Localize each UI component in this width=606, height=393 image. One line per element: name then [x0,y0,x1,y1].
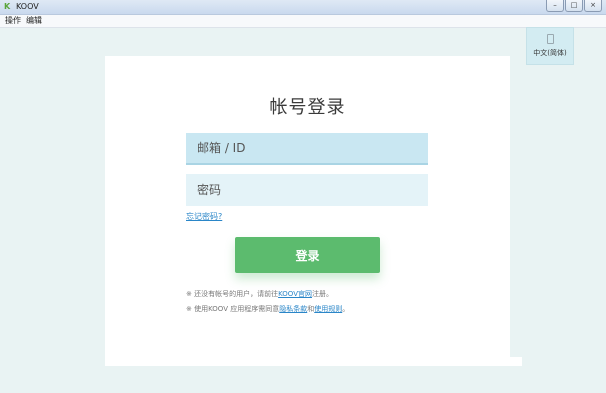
minimize-button[interactable]: – [546,0,564,12]
window-controls: – □ × [545,0,602,13]
menu-item-operate[interactable]: 操作 [5,15,21,27]
page-title: 帐号登录 [269,97,346,118]
register-note-prefix: ※ 还没有帐号的用户，请前往 [186,290,279,298]
menu-bar: 操作 编辑 [0,15,606,28]
email-field[interactable] [186,133,428,165]
maximize-button[interactable]: □ [565,0,583,12]
forgot-password-link[interactable]: 忘记密码? [186,211,222,222]
password-field[interactable] [186,174,428,206]
koov-website-link[interactable]: KOOV官网 [278,290,312,298]
terms-note: ※ 使用KOOV 应用程序需同意隐私条款和使用规则。 [186,304,349,314]
terms-of-use-link[interactable]: 使用规则 [314,305,342,313]
card-edge-artifact [510,357,522,366]
language-label: 中文(简体) [533,49,567,57]
login-card: 帐号登录 忘记密码? 登录 ※ 还没有帐号的用户，请前往KOOV官网注册。 ※ … [105,56,510,366]
terms-note-prefix: ※ 使用KOOV 应用程序需同意 [186,305,280,313]
register-note: ※ 还没有帐号的用户，请前往KOOV官网注册。 [186,289,333,299]
register-note-suffix: 注册。 [312,290,333,298]
privacy-policy-link[interactable]: 隐私条款 [279,305,307,313]
language-button[interactable]: 中文(简体) [526,27,574,65]
window-titlebar: K KOOV – □ × [0,0,606,15]
terms-note-suffix: 。 [342,305,350,313]
document-icon [546,34,554,44]
menu-item-edit[interactable]: 编辑 [26,15,42,27]
login-button[interactable]: 登录 [235,237,380,273]
window-title: KOOV [16,2,39,11]
koov-logo-icon: K [4,2,11,11]
close-button[interactable]: × [584,0,602,12]
